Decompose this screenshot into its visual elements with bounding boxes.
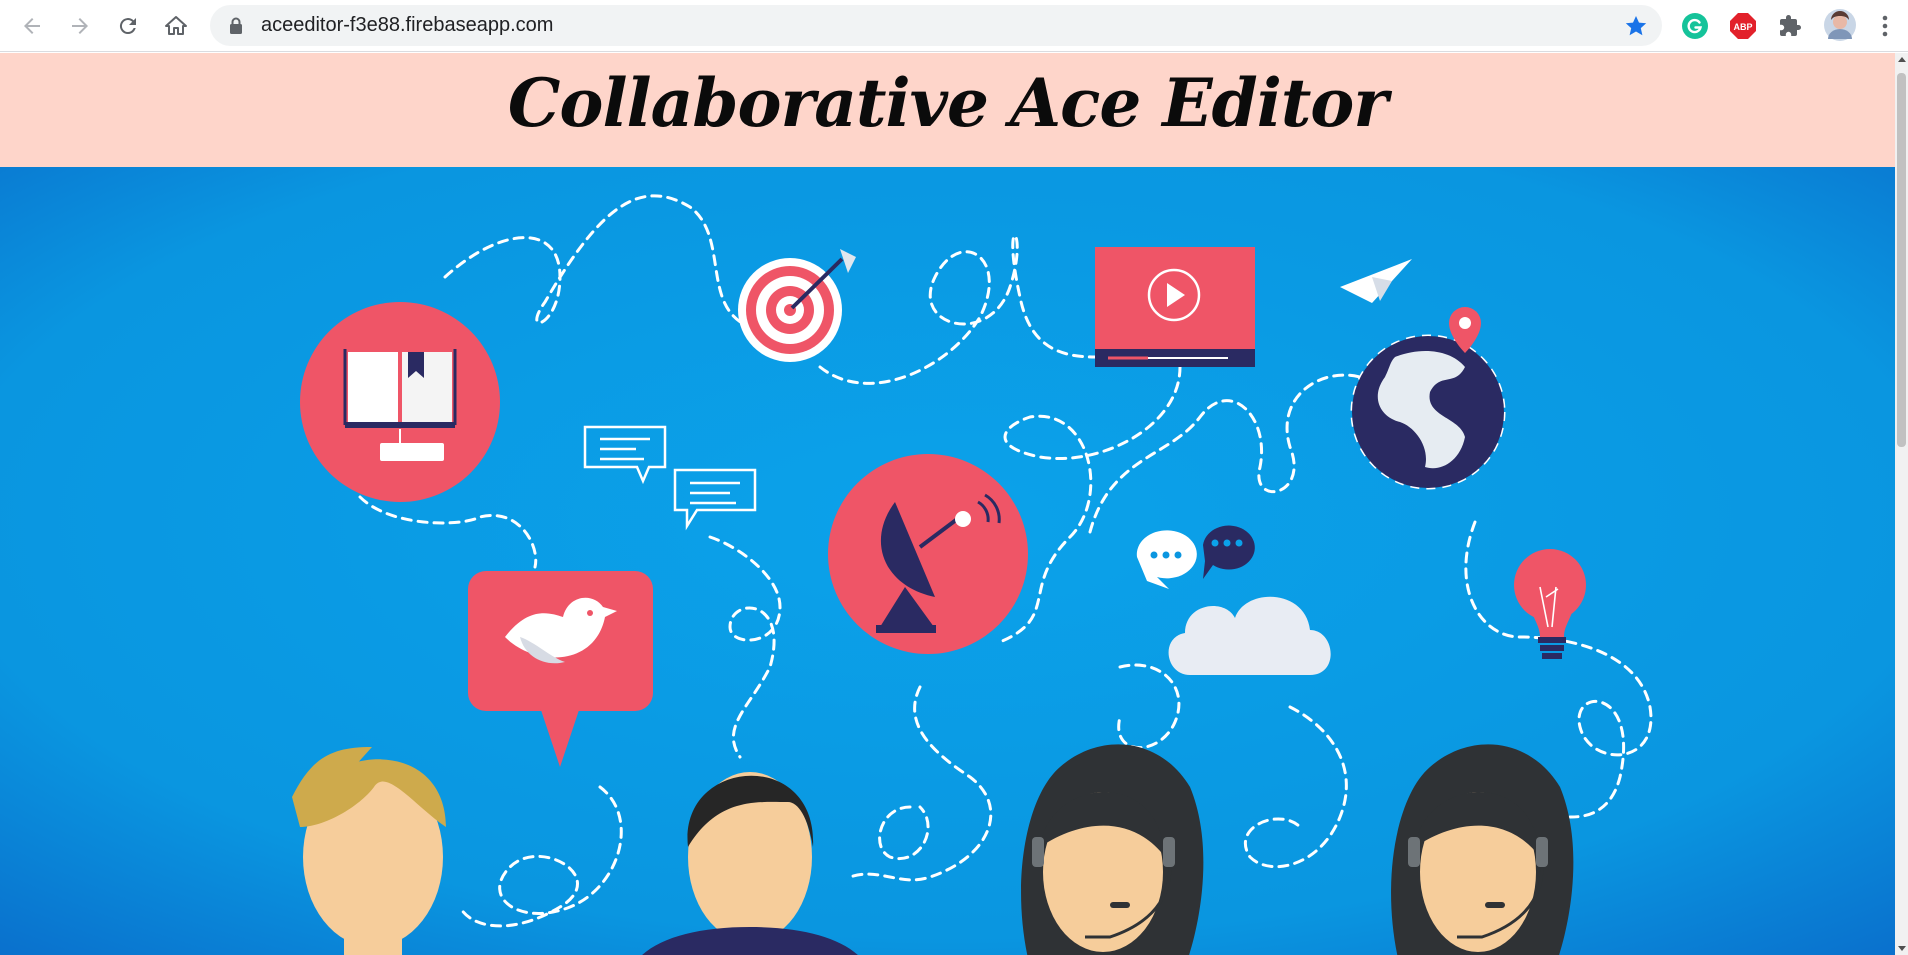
scrollbar-thumb[interactable]: [1897, 73, 1906, 447]
grammarly-extension[interactable]: [1680, 11, 1710, 41]
book-keyboard-icon: [300, 302, 500, 502]
video-player-icon: [1095, 247, 1255, 367]
forward-button[interactable]: [62, 8, 98, 44]
lock-icon: [230, 17, 242, 34]
adblock-extension[interactable]: ABP: [1728, 11, 1758, 41]
hero-illustration: [0, 167, 1895, 955]
arrow-left-icon: [24, 18, 40, 34]
page-viewport: Collaborative Ace Editor: [0, 53, 1908, 955]
home-button[interactable]: [158, 8, 194, 44]
satellite-dish-icon: [828, 454, 1028, 654]
reload-icon: [119, 18, 136, 35]
scroll-down-arrow-icon[interactable]: [1898, 946, 1906, 951]
extensions-puzzle-icon: [1780, 15, 1801, 36]
address-bar[interactable]: aceeditor-f3e88.firebaseapp.com: [210, 5, 1662, 46]
abp-label: ABP: [1733, 22, 1752, 32]
home-icon: [165, 16, 187, 35]
browser-toolbar: aceeditor-f3e88.firebaseapp.com ABP: [0, 0, 1908, 52]
grammarly-icon: [1682, 13, 1708, 39]
browser-menu-button[interactable]: [1870, 11, 1900, 41]
url-text[interactable]: aceeditor-f3e88.firebaseapp.com: [261, 5, 553, 46]
page-scrollbar[interactable]: [1895, 53, 1908, 955]
profile-avatar-button[interactable]: [1823, 8, 1857, 42]
page-title: Collaborative Ace Editor: [507, 64, 1388, 142]
collaboration-illustration: [0, 167, 1895, 955]
scroll-up-arrow-icon[interactable]: [1898, 57, 1906, 62]
extensions-button[interactable]: [1775, 11, 1805, 41]
kebab-menu-icon: [1882, 15, 1888, 37]
back-button[interactable]: [14, 8, 50, 44]
site-header: Collaborative Ace Editor: [0, 53, 1895, 167]
arrow-right-icon: [72, 18, 88, 34]
adblock-plus-icon: ABP: [1730, 13, 1756, 39]
avatar-icon: [1824, 9, 1856, 41]
bookmark-star-icon[interactable]: [1624, 14, 1648, 38]
reload-button[interactable]: [110, 8, 146, 44]
